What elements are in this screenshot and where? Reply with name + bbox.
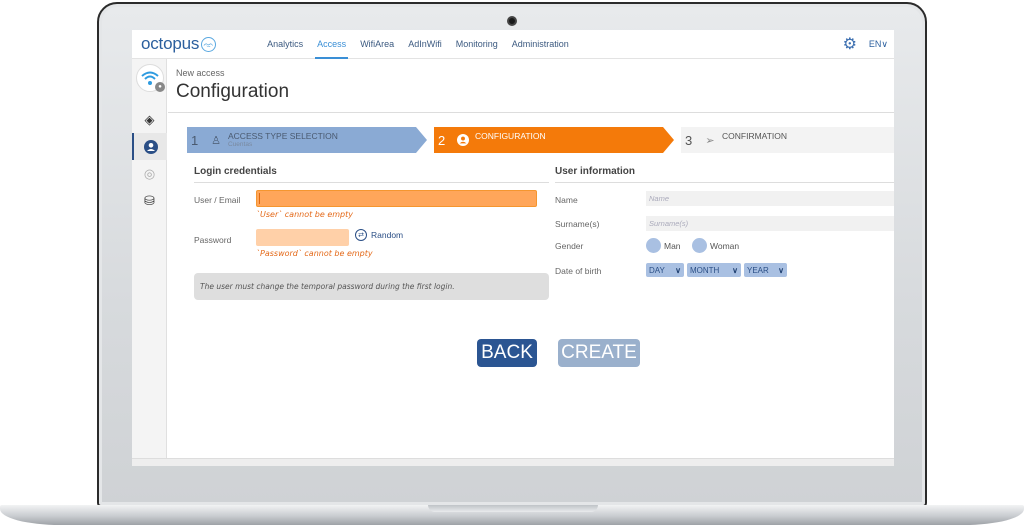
password-input[interactable] bbox=[256, 229, 349, 246]
login-credentials-title: Login credentials bbox=[194, 166, 277, 177]
chevron-down-icon: ∨ bbox=[778, 265, 784, 275]
year-value: YEAR bbox=[747, 265, 769, 275]
radio-button[interactable] bbox=[646, 238, 661, 253]
sidebar: ● ◈ ◎ ⛁ bbox=[132, 59, 167, 466]
step-configuration[interactable]: 2 CONFIGURATION bbox=[434, 127, 674, 153]
user-circle-icon bbox=[457, 134, 469, 146]
sidebar-item-users[interactable] bbox=[132, 133, 167, 160]
user-error-message: `User` cannot be empty bbox=[256, 210, 353, 219]
month-select[interactable]: MONTH ∨ bbox=[687, 263, 741, 277]
language-selector[interactable]: EN∨ bbox=[869, 39, 888, 50]
radio-label: Man bbox=[664, 240, 681, 251]
divider bbox=[194, 182, 549, 183]
name-input[interactable] bbox=[646, 191, 894, 206]
gender-label: Gender bbox=[555, 241, 584, 251]
gender-radio-man[interactable]: Man bbox=[646, 238, 681, 253]
gender-radio-woman[interactable]: Woman bbox=[692, 238, 739, 253]
nav-analytics[interactable]: Analytics bbox=[260, 30, 310, 59]
nav-adinwifi[interactable]: AdInWifi bbox=[401, 30, 449, 59]
octopus-logo[interactable]: octopus ᨎ bbox=[141, 34, 217, 54]
user-information-title: User information bbox=[555, 166, 636, 177]
nav-access[interactable]: Access bbox=[310, 30, 353, 59]
step-confirmation[interactable]: 3 ➢ CONFIRMATION bbox=[681, 127, 894, 153]
random-password-button[interactable]: ⇄ Random bbox=[355, 229, 403, 241]
user-add-icon: ♙ bbox=[211, 134, 221, 147]
camera-icon bbox=[507, 16, 517, 26]
month-value: MONTH bbox=[690, 265, 720, 275]
name-label: Name bbox=[555, 195, 578, 205]
step-access-type-selection[interactable]: 1 ♙ ACCESS TYPE SELECTION Cuentas bbox=[187, 127, 427, 153]
random-label: Random bbox=[371, 230, 404, 240]
main-nav: Analytics Access WifiArea AdInWifi Monit… bbox=[260, 30, 576, 59]
password-error-message: `Password` cannot be empty bbox=[256, 249, 373, 258]
send-icon: ➢ bbox=[705, 134, 715, 147]
radio-button[interactable] bbox=[692, 238, 707, 253]
database-icon: ⛁ bbox=[144, 192, 155, 208]
gear-icon[interactable]: ⚙ bbox=[843, 34, 857, 54]
step-subtitle: Cuentas bbox=[228, 141, 253, 148]
breadcrumb[interactable]: New access bbox=[176, 68, 225, 78]
upload-icon: ◎ bbox=[143, 165, 156, 181]
step-number: 2 bbox=[438, 132, 446, 148]
step-number: 3 bbox=[685, 132, 693, 148]
wizard-stepper: 1 ♙ ACCESS TYPE SELECTION Cuentas 2 CONF… bbox=[187, 127, 894, 153]
shuffle-icon: ⇄ bbox=[355, 229, 367, 241]
logo-mark-icon: ᨎ bbox=[201, 36, 217, 52]
sidebar-item-upload[interactable]: ◎ bbox=[132, 160, 167, 187]
wifi-icon[interactable]: ● bbox=[136, 64, 165, 92]
laptop-notch bbox=[428, 505, 598, 512]
nav-administration[interactable]: Administration bbox=[505, 30, 576, 59]
logo-text: octopus bbox=[141, 34, 200, 53]
top-navigation: octopus ᨎ Analytics Access WifiArea AdIn… bbox=[132, 30, 894, 59]
day-select[interactable]: DAY ∨ bbox=[646, 263, 684, 277]
user-email-label: User / Email bbox=[194, 195, 241, 205]
step-title: CONFIGURATION bbox=[475, 131, 546, 141]
password-label: Password bbox=[194, 235, 232, 245]
date-of-birth-label: Date of birth bbox=[555, 266, 602, 276]
create-button[interactable]: CREATE bbox=[558, 339, 640, 367]
year-select[interactable]: YEAR ∨ bbox=[744, 263, 787, 277]
surname-label: Surname(s) bbox=[555, 219, 600, 229]
chevron-down-icon: ∨ bbox=[675, 265, 681, 275]
nav-right: ⚙ EN∨ bbox=[843, 34, 888, 54]
divider bbox=[555, 182, 894, 183]
screen-footer bbox=[132, 458, 894, 466]
step-title: CONFIRMATION bbox=[722, 131, 788, 141]
sidebar-item-database[interactable]: ⛁ bbox=[132, 187, 167, 214]
page-header: New access Configuration bbox=[168, 59, 894, 113]
temporal-password-note: The user must change the temporal passwo… bbox=[194, 273, 549, 300]
back-button[interactable]: BACK bbox=[477, 339, 537, 367]
location-pin-icon: ● bbox=[155, 82, 165, 92]
nav-monitoring[interactable]: Monitoring bbox=[449, 30, 505, 59]
nav-wifiarea[interactable]: WifiArea bbox=[353, 30, 401, 59]
day-value: DAY bbox=[649, 265, 665, 275]
app-screen: octopus ᨎ Analytics Access WifiArea AdIn… bbox=[132, 30, 894, 466]
user-icon bbox=[143, 139, 158, 154]
radio-label: Woman bbox=[710, 240, 740, 251]
user-email-input[interactable] bbox=[256, 190, 537, 207]
sidebar-item-tickets[interactable]: ◈ bbox=[132, 106, 167, 133]
ticket-icon: ◈ bbox=[144, 111, 155, 127]
step-title: ACCESS TYPE SELECTION bbox=[228, 131, 338, 141]
chevron-down-icon: ∨ bbox=[732, 265, 738, 275]
surname-input[interactable] bbox=[646, 216, 894, 231]
page-title: Configuration bbox=[176, 81, 290, 102]
step-number: 1 bbox=[191, 132, 199, 148]
